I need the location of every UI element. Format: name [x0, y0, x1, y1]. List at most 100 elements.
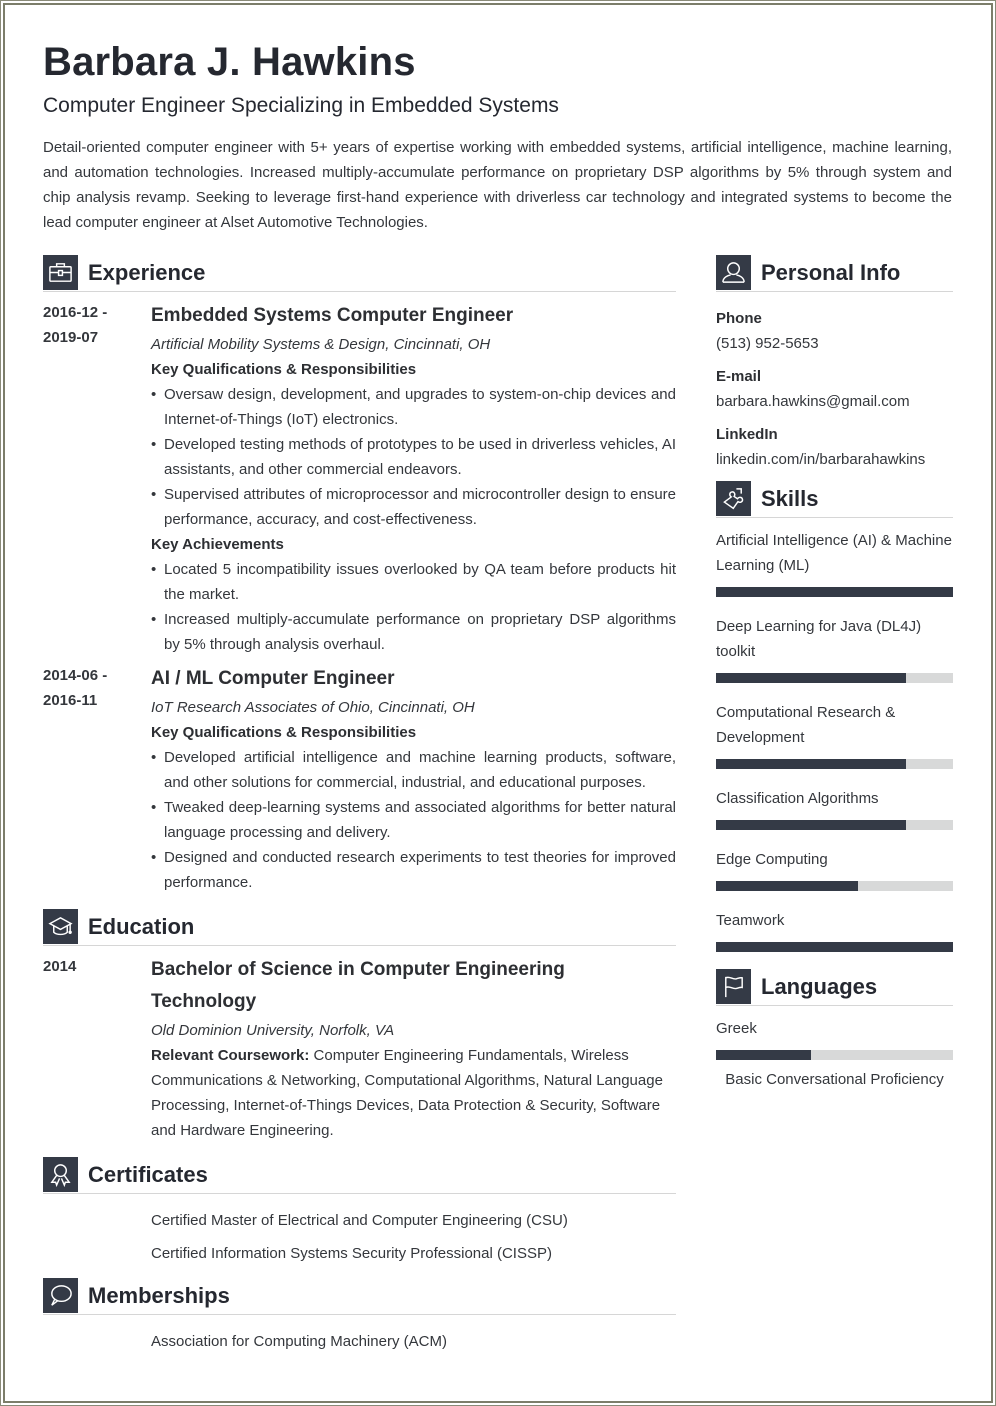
- certificate-item: Certified Information Systems Security P…: [151, 1245, 552, 1262]
- experience-section: Experience 2016-12 - 2019-07 Embedded Sy…: [43, 255, 676, 895]
- sidebar-column: Personal Info Phone (513) 952-5653 E-mai…: [716, 255, 953, 1092]
- certificate-item: Certified Master of Electrical and Compu…: [151, 1212, 568, 1229]
- language-item: Greek Basic Conversational Proficiency: [716, 1016, 953, 1092]
- education-section: Education 2014 Bachelor of Science in Co…: [43, 909, 676, 1143]
- language-proficiency: Basic Conversational Proficiency: [725, 1071, 944, 1088]
- language-level-fill: [716, 1050, 811, 1060]
- bullet-item: Developed artificial intelligence and ma…: [151, 745, 676, 795]
- experience-entry: 2014-06 - 2016-11 AI / ML Computer Engin…: [43, 663, 676, 895]
- skill-level-bar: [716, 942, 953, 952]
- candidate-name: Barbara J. Hawkins: [43, 40, 416, 84]
- section-header: Certificates: [43, 1157, 676, 1194]
- main-column: Experience 2016-12 - 2019-07 Embedded Sy…: [43, 255, 676, 1362]
- speech-bubble-icon: [43, 1278, 78, 1313]
- briefcase-icon: [43, 255, 78, 290]
- bullet-list: Located 5 incompatibility issues overloo…: [151, 557, 676, 657]
- skill-name: Computational Research & Development: [716, 704, 896, 746]
- skill-level-fill: [716, 673, 906, 683]
- skill-item: Classification Algorithms: [716, 786, 953, 830]
- skill-level-fill: [716, 759, 906, 769]
- section-header: Memberships: [43, 1278, 676, 1315]
- skill-level-bar: [716, 881, 953, 891]
- info-phone: Phone (513) 952-5653: [716, 306, 953, 356]
- section-title: Education: [88, 914, 195, 939]
- section-title: Experience: [88, 260, 206, 285]
- skill-item: Teamwork: [716, 908, 953, 952]
- email-link[interactable]: barbara.hawkins@gmail.com: [716, 389, 953, 414]
- bullet-item: Oversaw design, development, and upgrade…: [151, 382, 676, 432]
- phone-value[interactable]: (513) 952-5653: [716, 331, 953, 356]
- flag-icon: [716, 969, 751, 1004]
- section-title: Memberships: [88, 1283, 230, 1308]
- skill-level-fill: [716, 587, 953, 597]
- section-title: Languages: [761, 974, 878, 999]
- skill-item: Edge Computing: [716, 847, 953, 891]
- skill-name: Deep Learning for Java (DL4J) toolkit: [716, 618, 922, 660]
- bullet-list: Developed artificial intelligence and ma…: [151, 745, 676, 895]
- skills-list: Artificial Intelligence (AI) & Machine L…: [716, 528, 953, 952]
- degree-title: Bachelor of Science in Computer Engineer…: [151, 959, 565, 1012]
- info-email: E-mail barbara.hawkins@gmail.com: [716, 364, 953, 414]
- info-label: LinkedIn: [716, 426, 778, 443]
- bullet-item: Developed testing methods of prototypes …: [151, 432, 676, 482]
- languages-section: Languages Greek Basic Conversational Prof…: [716, 969, 953, 1092]
- section-header: Skills: [716, 481, 953, 518]
- section-title: Skills: [761, 486, 819, 511]
- language-level-bar: [716, 1050, 953, 1060]
- entry-date: 2014-06 - 2016-11: [43, 667, 108, 709]
- section-title: Personal Info: [761, 260, 901, 285]
- info-linkedin: LinkedIn linkedin.com/in/barbarahawkins: [716, 422, 953, 472]
- certificates-section: Certificates Certified Master of Electri…: [43, 1157, 676, 1266]
- school: Old Dominion University, Norfolk, VA: [151, 1022, 395, 1039]
- skills-section: Skills Artificial Intelligence (AI) & Ma…: [716, 481, 953, 952]
- profile-summary: Detail-oriented computer engineer with 5…: [43, 139, 952, 231]
- section-header: Education: [43, 909, 676, 946]
- education-entry: 2014 Bachelor of Science in Computer Eng…: [43, 954, 676, 1143]
- skill-name: Edge Computing: [716, 851, 828, 868]
- section-title: Certificates: [88, 1162, 208, 1187]
- skill-level-fill: [716, 820, 906, 830]
- skill-name: Teamwork: [716, 912, 785, 929]
- experience-entry: 2016-12 - 2019-07 Embedded Systems Compu…: [43, 300, 676, 657]
- employer: Artificial Mobility Systems & Design, Ci…: [151, 336, 491, 353]
- job-title: Embedded Systems Computer Engineer: [151, 305, 514, 326]
- skill-item: Computational Research & Development: [716, 700, 953, 769]
- skill-level-fill: [716, 942, 953, 952]
- skill-level-bar: [716, 673, 953, 683]
- bullet-item: Tweaked deep-learning systems and associ…: [151, 795, 676, 845]
- info-label: E-mail: [716, 368, 762, 385]
- bullet-list: Oversaw design, development, and upgrade…: [151, 382, 676, 532]
- employer: IoT Research Associates of Ohio, Cincinn…: [151, 699, 475, 716]
- coursework: Relevant Coursework: Computer Engineerin…: [151, 1043, 676, 1143]
- bullet-item: Designed and conducted research experime…: [151, 845, 676, 895]
- memberships-section: Memberships Association for Computing Ma…: [43, 1278, 676, 1354]
- coursework-label: Relevant Coursework:: [151, 1047, 310, 1064]
- subheading: Key Qualifications & Responsibilities: [151, 361, 417, 378]
- bullet-item: Supervised attributes of microprocessor …: [151, 482, 676, 532]
- membership-item: Association for Computing Machinery (ACM…: [151, 1333, 447, 1350]
- skill-level-bar: [716, 759, 953, 769]
- skill-item: Artificial Intelligence (AI) & Machine L…: [716, 528, 953, 597]
- skill-level-fill: [716, 881, 859, 891]
- job-title: AI / ML Computer Engineer: [151, 668, 395, 689]
- language-name: Greek: [716, 1020, 757, 1037]
- graduation-cap-icon: [43, 909, 78, 944]
- entry-date: 2014: [43, 958, 77, 975]
- section-header: Personal Info: [716, 255, 953, 292]
- candidate-headline: Computer Engineer Specializing in Embedd…: [43, 94, 559, 117]
- section-header: Languages: [716, 969, 953, 1006]
- section-header: Experience: [43, 255, 676, 292]
- bullet-item: Located 5 incompatibility issues overloo…: [151, 557, 676, 607]
- linkedin-link[interactable]: linkedin.com/in/barbarahawkins: [716, 447, 953, 472]
- skill-level-bar: [716, 820, 953, 830]
- info-label: Phone: [716, 310, 762, 327]
- skill-name: Classification Algorithms: [716, 790, 879, 807]
- subheading: Key Achievements: [151, 536, 284, 553]
- skill-level-bar: [716, 587, 953, 597]
- languages-list: Greek Basic Conversational Proficiency: [716, 1016, 953, 1092]
- puzzle-piece-icon: [716, 481, 751, 516]
- bullet-item: Increased multiply-accumulate performanc…: [151, 607, 676, 657]
- skill-item: Deep Learning for Java (DL4J) toolkit: [716, 614, 953, 683]
- subheading: Key Qualifications & Responsibilities: [151, 724, 417, 741]
- skill-name: Artificial Intelligence (AI) & Machine L…: [716, 532, 952, 574]
